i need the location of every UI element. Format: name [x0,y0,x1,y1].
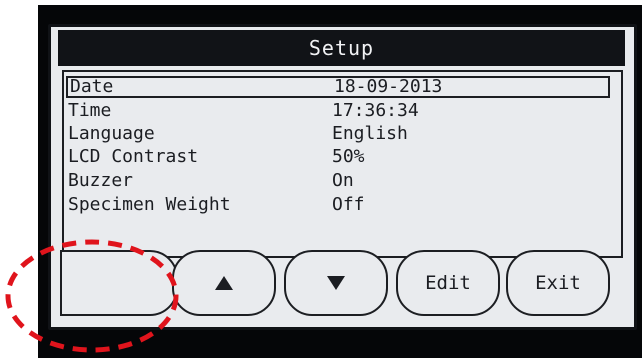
setting-row-buzzer[interactable]: Buzzer On [66,170,616,191]
blank-softkey[interactable] [60,250,178,316]
setting-value: 50% [332,146,365,167]
exit-button[interactable]: Exit [506,250,610,316]
setting-label: Language [68,123,155,144]
triangle-down-icon [327,276,345,290]
setting-row-date[interactable]: Date 18-09-2013 [66,76,610,98]
screen-title: Setup [58,30,625,66]
setting-row-specimen-weight[interactable]: Specimen Weight Off [66,194,616,215]
softkey-bar: Edit Exit [60,250,623,316]
edit-button[interactable]: Edit [396,250,500,316]
setting-label: Time [68,100,112,121]
setting-value: On [332,170,354,191]
setting-label: Buzzer [68,170,134,191]
setting-label: LCD Contrast [68,146,199,167]
setting-row-time[interactable]: Time 17:36:34 [66,100,616,121]
device-photo: Setup Date 18-09-2013 Time 17:36:34 Lang… [0,0,642,358]
setting-row-language[interactable]: Language English [66,123,616,144]
setting-label: Specimen Weight [68,194,231,215]
setting-value: English [332,123,408,144]
up-button[interactable] [172,250,276,316]
setting-value: 17:36:34 [332,100,419,121]
setting-value: 18-09-2013 [334,76,443,97]
setting-row-lcd-contrast[interactable]: LCD Contrast 50% [66,146,616,167]
triangle-up-icon [215,276,233,290]
setting-label: Date [70,76,114,97]
down-button[interactable] [284,250,388,316]
setting-value: Off [332,194,365,215]
